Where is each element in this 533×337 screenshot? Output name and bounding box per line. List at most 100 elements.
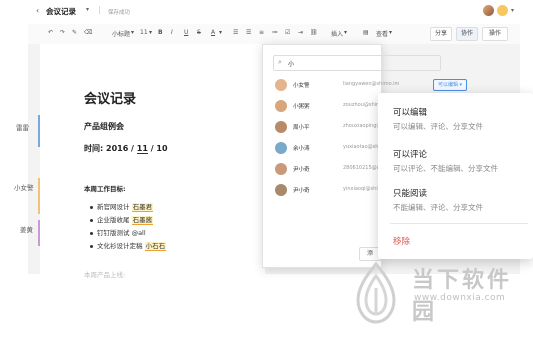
collaborate-button[interactable]: 协作 <box>456 27 478 41</box>
user-name: 小女警 <box>293 83 310 89</box>
date-year: 2016 <box>106 144 129 153</box>
text-color-dropdown-icon[interactable]: ▾ <box>219 29 222 36</box>
goal-item[interactable]: 新官网设计 石墨君 <box>90 201 154 212</box>
date-label: 时间: <box>84 144 104 153</box>
goals-heading[interactable]: 本周工作目标: <box>84 183 126 193</box>
option-title: 只能阅读 <box>393 189 428 199</box>
title-divider: | <box>98 5 101 14</box>
bullet-dot <box>90 231 93 235</box>
notification-icon[interactable] <box>497 5 508 16</box>
watermark-logo-icon <box>356 262 396 324</box>
title-dropdown-icon[interactable]: ▾ <box>86 6 89 13</box>
save-status: 保存成功 <box>108 10 131 16</box>
user-email: liangyawen@shimo.im <box>343 81 400 87</box>
text-color-button[interactable]: A <box>211 29 215 36</box>
user-name: 周小平 <box>293 125 310 131</box>
mention-tag[interactable]: @all <box>132 229 146 237</box>
document-page[interactable]: 会议记录 产品组例会 时间: 2016 / 11 / 10 本周工作目标: 新官… <box>40 44 265 284</box>
strikethrough-button[interactable]: S <box>197 29 201 36</box>
side-user-marker <box>38 115 40 147</box>
view-menu[interactable]: 查看 <box>376 29 388 38</box>
avatar <box>275 79 287 91</box>
user-name: 小粥粥 <box>293 104 310 110</box>
insert-dropdown-icon[interactable]: ▾ <box>344 29 347 36</box>
goal-item[interactable]: 企业版收尾 石墨酱 <box>90 214 154 225</box>
format-painter-icon[interactable]: ✎ <box>72 29 77 36</box>
option-desc: 可以编辑、评论、分享文件 <box>393 122 483 131</box>
avatar <box>275 142 287 154</box>
user-avatar[interactable] <box>483 5 494 16</box>
document-title[interactable]: 会议记录 <box>84 88 136 107</box>
goal-text: 钉钉版测试 <box>97 229 130 237</box>
font-size-select[interactable]: 11 <box>140 29 148 36</box>
align-left-icon[interactable]: ☰ <box>233 29 238 36</box>
user-name: 尹小奇 <box>293 167 310 173</box>
side-user-marker <box>38 178 40 214</box>
bullet-list-icon[interactable]: ≔ <box>272 29 278 36</box>
avatar <box>275 121 287 133</box>
permission-label: 可以编辑 <box>437 82 458 88</box>
insert-menu[interactable]: 插入 <box>331 29 343 38</box>
goal-text: 新官网设计 <box>97 203 130 211</box>
meeting-date[interactable]: 时间: 2016 / 11 / 10 <box>84 143 168 154</box>
bullet-dot <box>90 218 93 222</box>
side-user-name: 小女警 <box>14 184 34 192</box>
side-user-name: 姜黄 <box>20 226 33 234</box>
bullet-dot <box>90 244 93 248</box>
operate-button[interactable]: 操作 <box>482 27 508 41</box>
watermark-url: www.downxia.com <box>414 293 506 303</box>
share-panel: ⌕ 小 小女警 liangyawen@shimo.im 可以编辑 ▾ 小粥粥 z… <box>262 44 467 268</box>
italic-button[interactable]: I <box>171 29 173 36</box>
heading-select[interactable]: 小标题 <box>112 29 130 38</box>
permission-select[interactable]: 可以编辑 ▾ <box>433 79 467 91</box>
font-size-dropdown-icon[interactable]: ▾ <box>149 29 152 36</box>
indent-icon[interactable]: ⇥ <box>298 29 303 36</box>
option-title: 可以评论 <box>393 150 428 160</box>
date-day: 10 <box>156 144 168 153</box>
underline-button[interactable]: U <box>184 29 188 36</box>
goal-text: 企业版收尾 <box>97 216 130 224</box>
goal-text: 文化衫设计定稿 <box>97 242 143 250</box>
account-dropdown-icon[interactable]: ▾ <box>511 7 514 14</box>
link-icon[interactable]: ⛓ <box>310 29 318 36</box>
bullet-dot <box>90 205 93 209</box>
search-input[interactable]: ⌕ 小 <box>273 55 441 71</box>
undo-icon[interactable]: ↶ <box>48 29 53 36</box>
share-button[interactable]: 分享 <box>430 27 452 41</box>
avatar <box>275 163 287 175</box>
remove-option[interactable]: 移除 <box>393 235 410 247</box>
menu-divider <box>390 223 528 224</box>
avatar <box>275 100 287 112</box>
mention-tag[interactable]: 石墨酱 <box>131 216 154 225</box>
search-icon: ⌕ <box>278 58 282 66</box>
title-bar: ‹ 会议记录 ▾ | 保存成功 ▾ <box>28 0 520 25</box>
redo-icon[interactable]: ↷ <box>60 29 65 36</box>
goal-item[interactable]: 钉钉版测试 @all <box>90 227 146 237</box>
avatar <box>275 184 287 196</box>
permission-menu: 可以编辑 可以编辑、评论、分享文件 可以评论 可以评论、不能编辑、分享文件 只能… <box>378 93 533 259</box>
side-user-name: 雷雷 <box>16 124 29 132</box>
clear-format-icon[interactable]: ⌫ <box>84 29 92 36</box>
mention-tag[interactable]: 小石石 <box>144 242 167 251</box>
option-title: 可以编辑 <box>393 108 428 118</box>
checklist-icon[interactable]: ☑ <box>285 29 290 36</box>
search-value: 小 <box>288 61 295 68</box>
mention-tag[interactable]: 石墨君 <box>131 203 154 212</box>
user-name: 尹小奇 <box>293 188 310 194</box>
back-icon[interactable]: ‹ <box>36 6 39 15</box>
goal-item[interactable]: 文化衫设计定稿 小石石 <box>90 240 167 251</box>
option-desc: 可以评论、不能编辑、分享文件 <box>393 164 498 173</box>
align-center-icon[interactable]: ☰ <box>246 29 251 36</box>
option-desc: 不能编辑、评论、分享文件 <box>393 203 483 212</box>
ordered-list-icon[interactable]: ≡ <box>259 29 264 36</box>
bold-button[interactable]: B <box>158 29 163 36</box>
comment-icon[interactable]: ▤ <box>363 29 369 36</box>
view-dropdown-icon[interactable]: ▾ <box>389 29 392 36</box>
doc-title[interactable]: 会议记录 <box>46 6 76 17</box>
editor-toolbar: ↶ ↷ ✎ ⌫ 小标题 ▾ 11 ▾ B I U S A ▾ ☰ ☰ ≡ ≔ ☑… <box>28 24 520 45</box>
heading-dropdown-icon[interactable]: ▾ <box>131 29 134 36</box>
meeting-name[interactable]: 产品组例会 <box>84 121 124 132</box>
next-heading[interactable]: 本周产品上线: <box>84 269 125 279</box>
date-month: 11 <box>136 144 148 154</box>
side-user-marker <box>38 220 40 246</box>
